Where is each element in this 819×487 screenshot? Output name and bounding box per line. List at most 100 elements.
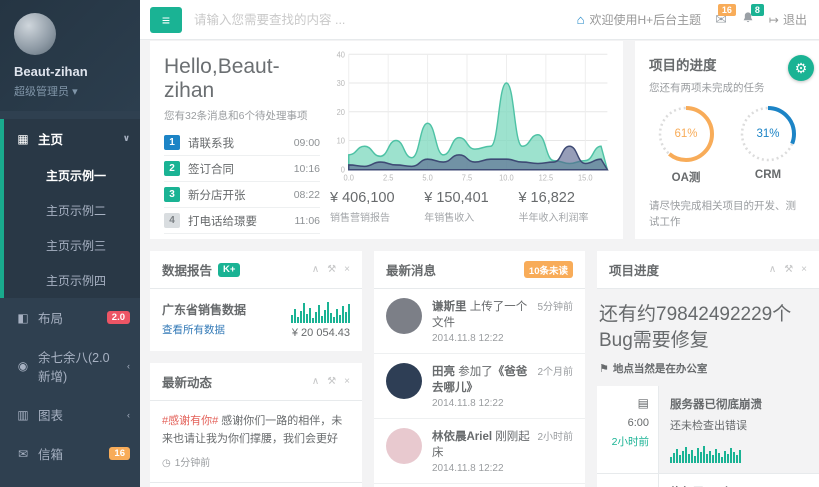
notifications-button[interactable]: 8	[741, 11, 755, 28]
topbar: ≡ ⌂ 欢迎使用H+后台主题 ✉ 16 8 ↦ 退出	[140, 0, 819, 40]
view-all-data-link[interactable]: 查看所有数据	[162, 322, 283, 337]
chart-column: 0 10 20 30 40 0.0 2.5 5.0 7.5 10.0 12.5 …	[326, 41, 623, 239]
timeline-sparkline	[670, 441, 808, 463]
task-item[interactable]: 2 签订合同 10:16	[164, 156, 320, 182]
stat-annual-income: ¥ 150,401 年销售收入	[424, 190, 518, 224]
report-title: 广东省销售数据	[162, 301, 283, 318]
timeline-item[interactable]: ▢ 7:00 3小时前 修复了0.5个bug 重启服务	[597, 474, 819, 487]
envelope-icon: ✉	[16, 447, 30, 461]
layout-icon: ◧	[16, 311, 30, 325]
clock-icon: ◷	[162, 456, 171, 473]
bell-badge: 8	[751, 4, 764, 16]
task-item[interactable]: 5 发邮件给国民岳父 12:00	[164, 234, 320, 239]
sidebar-menu: ▦ 主页 ∨ 主页示例一主页示例二主页示例三主页示例四 ◧ 布局 2.0 ◉ 余…	[0, 119, 140, 487]
svg-text:40: 40	[337, 50, 346, 59]
svg-text:10.0: 10.0	[499, 173, 514, 182]
task-item[interactable]: 3 新分店开张 08:22	[164, 182, 320, 208]
sidebar-item[interactable]: ▦ 主页 ∨	[4, 119, 140, 158]
task-number-badge: 2	[164, 161, 180, 176]
sidebar-item[interactable]: ◉ 余七余八(2.0新增) ‹	[0, 337, 140, 395]
globe-icon: ◉	[16, 359, 30, 373]
chevron-icon: ∨	[123, 133, 130, 144]
timeline-item[interactable]: ▤ 6:00 2小时前 服务器已彻底崩溃 还未检查出错误	[597, 386, 819, 474]
sidebar-subitem[interactable]: 主页示例一	[4, 158, 140, 193]
welcome-panel: Hello,Beaut-zihan 您有32条消息和6个待处理事项 1 请联系我…	[150, 41, 623, 239]
message-author[interactable]: 林依晨Ariel	[432, 431, 492, 443]
stats-row: ¥ 406,100 销售营销报告 ¥ 150,401 年销售收入 ¥ 16,82…	[330, 190, 613, 224]
panel-body: #感谢有你# 感谢你们一路的相伴，未来也请让我为你们撑腰，我们会更好 ◷ 1分钟…	[150, 401, 362, 487]
close-icon[interactable]: ×	[801, 264, 807, 275]
collapse-icon[interactable]: ∧	[312, 264, 319, 275]
bug-headline: 还有约79842492229个Bug需要修复	[599, 302, 815, 353]
panel-title: 项目进度	[609, 260, 659, 279]
logout-button[interactable]: ↦ 退出	[769, 11, 807, 28]
sidebar-item[interactable]: ✉ 信箱 16	[0, 434, 140, 473]
avatar	[386, 428, 422, 464]
panel-tools: ∧ ⚒ ×	[769, 264, 807, 275]
sidebar-item[interactable]: ▥ 图表 ‹	[0, 395, 140, 434]
menu-toggle-button[interactable]: ≡	[150, 7, 182, 33]
sidebar-subitem[interactable]: 主页示例四	[4, 263, 140, 298]
close-icon[interactable]: ×	[344, 376, 350, 387]
report-value: ¥ 20 054.43	[291, 327, 350, 339]
wrench-icon[interactable]: ⚒	[784, 264, 793, 275]
wrench-icon[interactable]: ⚒	[327, 264, 336, 275]
latest-feed-panel: 最新动态 ∧ ⚒ × #感谢有你# 感谢你们一路的相伴，未来也请让我为你们撑腰，…	[150, 363, 362, 487]
message-author[interactable]: 谦斯里	[432, 301, 467, 313]
panel-header: 最新动态 ∧ ⚒ ×	[150, 363, 362, 401]
sidebar-item[interactable]: ✦ 小工具	[0, 473, 140, 487]
bar-chart-icon: ▥	[16, 408, 30, 422]
sidebar-item[interactable]: ◧ 布局 2.0	[0, 298, 140, 337]
svg-text:20: 20	[337, 107, 346, 116]
message-item[interactable]: 2个月前 田亮 参加了《爸爸去哪儿》 2014.11.8 12:22	[374, 354, 585, 419]
svg-text:12.5: 12.5	[539, 173, 554, 182]
profile-role-dropdown[interactable]: 超级管理员 ▾	[14, 83, 126, 99]
collapse-icon[interactable]: ∧	[312, 376, 319, 387]
task-number-badge: 4	[164, 213, 180, 228]
donut-oa: 61% OA测	[655, 105, 717, 185]
panel-tools: ∧ ⚒ ×	[312, 264, 350, 275]
welcome-link[interactable]: ⌂ 欢迎使用H+后台主题	[577, 11, 702, 28]
logout-label: 退出	[783, 11, 807, 28]
avatar[interactable]	[14, 13, 56, 55]
wrench-icon[interactable]: ⚒	[327, 376, 336, 387]
map-pin-icon: ⚑	[599, 362, 609, 375]
task-item[interactable]: 4 打电话给璟要 11:06	[164, 208, 320, 234]
welcome-text: 欢迎使用H+后台主题	[590, 11, 702, 28]
svg-text:10: 10	[337, 136, 346, 145]
briefcase-icon: ▤	[606, 396, 649, 410]
project-timeline-panel: 项目进度 ∧ ⚒ × 还有约79842492229个Bug需要修复 ⚑ 地点当然…	[597, 251, 819, 487]
stat-sales-report: ¥ 406,100 销售营销报告	[330, 190, 424, 224]
submenu: 主页示例一主页示例二主页示例三主页示例四	[4, 158, 140, 298]
chevron-icon: ‹	[127, 361, 130, 371]
sidebar-subitem[interactable]: 主页示例二	[4, 193, 140, 228]
message-author[interactable]: 田亮	[432, 366, 455, 378]
menu-badge: 2.0	[107, 311, 130, 324]
message-item[interactable]: 5分钟前 谦斯里 上传了一个文件 2014.11.8 12:22	[374, 289, 585, 354]
panel-header: 数据报告 K+ ∧ ⚒ ×	[150, 251, 362, 289]
search-input[interactable]	[194, 13, 565, 27]
mail-button[interactable]: ✉ 16	[715, 11, 727, 28]
svg-text:7.5: 7.5	[462, 173, 473, 182]
caret-down-icon: ▾	[72, 86, 78, 98]
avatar	[386, 298, 422, 334]
task-list: 1 请联系我 09:00 2 签订合同 10:16 3 新分店开张 08:22 …	[164, 130, 320, 239]
unread-badge: 10条未读	[524, 261, 573, 278]
panel-header: 最新消息 10条未读	[374, 251, 585, 289]
feed-post-1: #感谢有你# 感谢你们一路的相伴，未来也请让我为你们撑腰，我们会更好	[162, 412, 350, 448]
panel-title: 最新消息	[386, 260, 436, 279]
sidebar-subitem[interactable]: 主页示例三	[4, 228, 140, 263]
sign-out-icon: ↦	[769, 13, 779, 27]
svg-text:30: 30	[337, 79, 346, 88]
panel-title: 最新动态	[162, 372, 212, 391]
svg-text:5.0: 5.0	[422, 173, 433, 182]
panel-tools: ∧ ⚒ ×	[312, 376, 350, 387]
collapse-icon[interactable]: ∧	[769, 264, 776, 275]
message-item[interactable]: 2小时前 林依晨Ariel 刚刚起床 2014.11.8 12:22	[374, 419, 585, 484]
panel-subtitle: 您还有两项未完成的任务	[649, 80, 805, 95]
bug-headline-block: 还有约79842492229个Bug需要修复 ⚑ 地点当然是在办公室	[597, 289, 819, 386]
task-item[interactable]: 1 请联系我 09:00	[164, 130, 320, 156]
close-icon[interactable]: ×	[344, 264, 350, 275]
theme-settings-button[interactable]: ⚙	[788, 55, 814, 81]
hashtag-link[interactable]: #感谢有你#	[162, 415, 218, 427]
